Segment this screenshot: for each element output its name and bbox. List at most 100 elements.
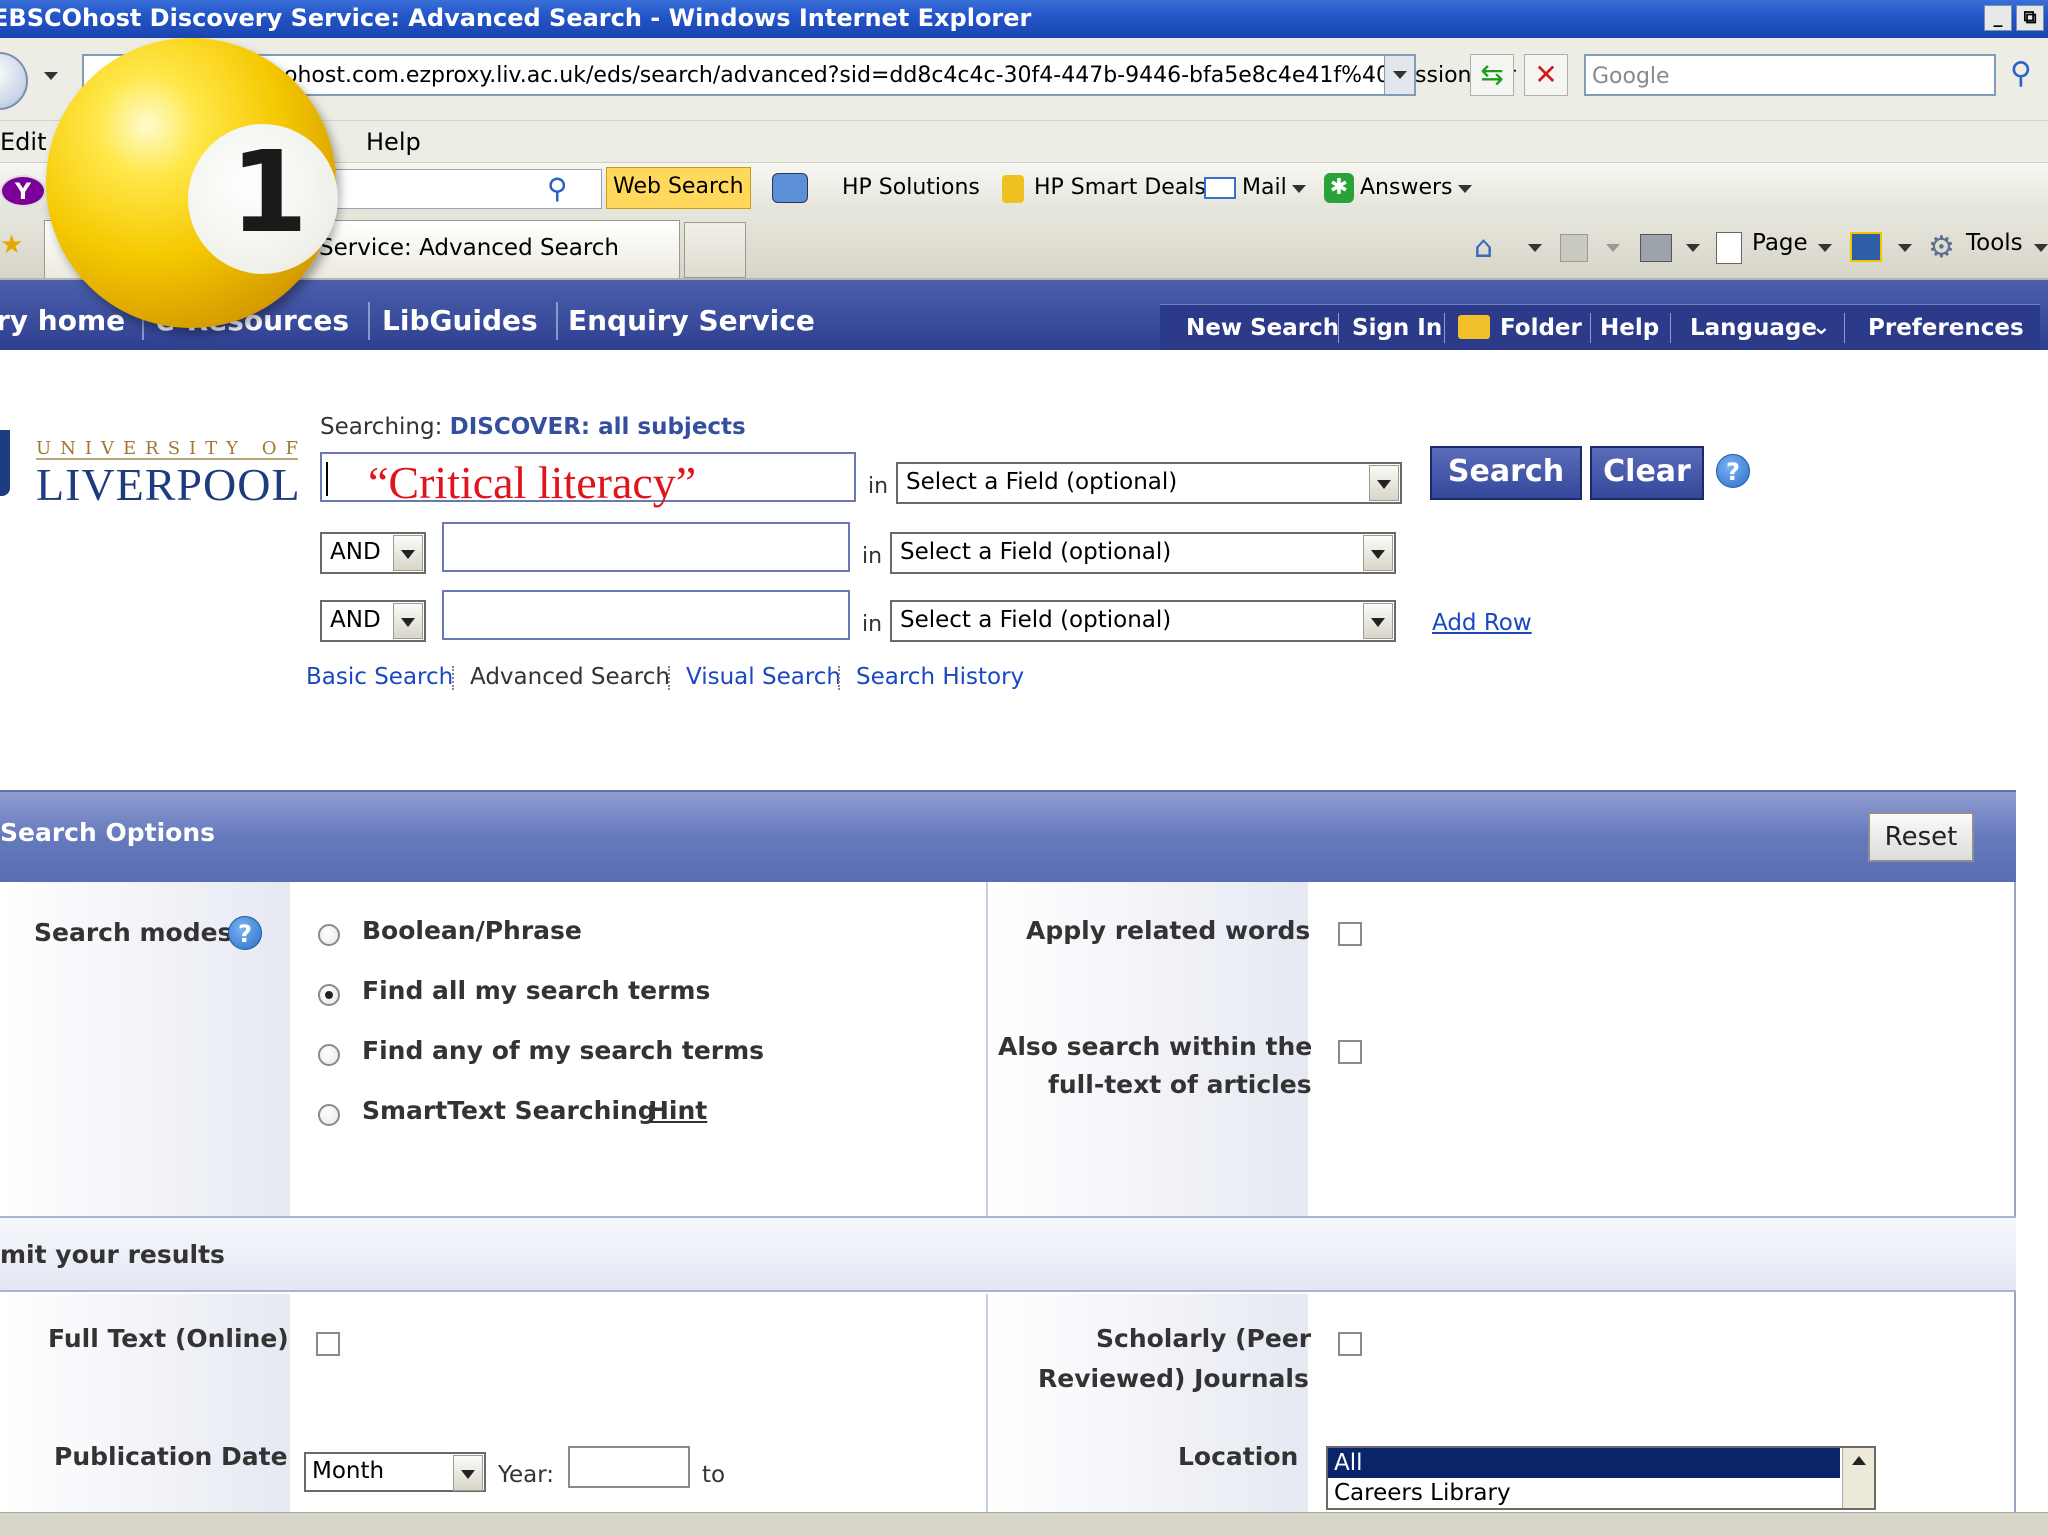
listbox-scrollbar[interactable] xyxy=(1842,1448,1874,1508)
restore-button[interactable]: ⧉ xyxy=(2016,5,2044,31)
month-select[interactable]: Month xyxy=(304,1452,486,1492)
language-menu[interactable]: Language xyxy=(1690,315,1817,341)
full-text-checkbox[interactable] xyxy=(316,1332,340,1356)
publication-date-label: Publication Date xyxy=(54,1442,288,1471)
help-icon[interactable]: ? xyxy=(1716,454,1750,488)
preferences-link[interactable]: Preferences xyxy=(1868,315,2024,341)
web-search-input[interactable]: Google xyxy=(1584,54,1996,96)
searching-database[interactable]: DISCOVER: all subjects xyxy=(450,414,746,440)
hint-link[interactable]: Hint xyxy=(648,1096,707,1125)
chevron-down-icon[interactable] xyxy=(453,1455,483,1491)
mail-dropdown-icon[interactable] xyxy=(1292,185,1306,193)
searching-label: Searching: DISCOVER: all subjects xyxy=(320,414,746,440)
chevron-down-icon: ⌄ xyxy=(1812,315,1831,340)
search-button[interactable]: Search xyxy=(1430,446,1582,500)
nav-libguides[interactable]: LibGuides xyxy=(382,304,538,337)
radio-boolean-phrase[interactable] xyxy=(318,924,340,946)
scholarly-checkbox[interactable] xyxy=(1338,1332,1362,1356)
sign-in-link[interactable]: Sign In xyxy=(1352,315,1442,341)
web-search-button[interactable]: Web Search xyxy=(606,167,751,209)
add-row-link[interactable]: Add Row xyxy=(1432,610,1532,636)
menu-help[interactable]: Help xyxy=(366,128,421,156)
page-dropdown-icon[interactable] xyxy=(1818,244,1832,252)
tab-label: Service: Advanced Search xyxy=(319,235,619,261)
search-history-link[interactable]: Search History xyxy=(856,664,1024,690)
tools-menu[interactable]: Tools xyxy=(1966,230,2023,256)
searching-prefix: Searching: xyxy=(320,414,443,440)
boolean-select-3[interactable]: AND xyxy=(320,600,426,642)
radio-find-any[interactable] xyxy=(318,1044,340,1066)
chevron-down-icon[interactable] xyxy=(393,535,423,571)
year-input[interactable] xyxy=(568,1446,690,1488)
home-icon[interactable]: ⌂ xyxy=(1474,230,1493,265)
hp-smart-deals-link[interactable]: HP Smart Deals xyxy=(1034,175,1206,200)
field-select-3[interactable]: Select a Field (optional) xyxy=(890,600,1396,642)
in-label: in xyxy=(862,612,883,637)
help-link[interactable]: Help xyxy=(1600,315,1659,341)
yahoo-logo-icon[interactable]: Y xyxy=(0,175,46,207)
help-icon[interactable]: ? xyxy=(228,916,262,950)
location-option-selected[interactable]: All xyxy=(1328,1448,1840,1478)
full-text-search-checkbox[interactable] xyxy=(1338,1040,1362,1064)
field-select-1[interactable]: Select a Field (optional) xyxy=(896,462,1402,504)
answers-menu[interactable]: Answers xyxy=(1360,175,1453,200)
new-search-link[interactable]: New Search xyxy=(1186,315,1339,341)
in-label: in xyxy=(862,544,883,569)
clear-button[interactable]: Clear xyxy=(1590,446,1704,500)
nav-library-home[interactable]: ry home xyxy=(0,304,125,337)
radio-smarttext[interactable] xyxy=(318,1104,340,1126)
reset-button[interactable]: Reset xyxy=(1868,812,1974,862)
apply-related-words-checkbox[interactable] xyxy=(1338,922,1362,946)
search-input-1[interactable]: “Critical literacy” xyxy=(320,452,856,508)
page-menu[interactable]: Page xyxy=(1752,230,1808,256)
mode-find-any: Find any of my search terms xyxy=(362,1036,765,1065)
safety-icon[interactable] xyxy=(1850,232,1882,262)
minimize-button[interactable]: _ xyxy=(1984,5,2012,31)
refresh-icon[interactable]: ⇆ xyxy=(1470,54,1514,96)
toolbar-divider xyxy=(1670,313,1671,343)
location-option[interactable]: Careers Library xyxy=(1334,1480,1511,1506)
numbered-ball-overlay: 1 xyxy=(46,38,338,328)
stop-icon[interactable]: ✕ xyxy=(1524,54,1568,96)
search-input-2[interactable] xyxy=(442,522,850,572)
link-divider xyxy=(838,666,840,690)
chevron-down-icon[interactable] xyxy=(1363,603,1393,639)
address-dropdown-icon[interactable] xyxy=(1384,56,1414,94)
nav-enquiry-service[interactable]: Enquiry Service xyxy=(568,304,815,337)
search-icon[interactable]: ⚲ xyxy=(2010,56,2032,91)
mail-menu[interactable]: Mail xyxy=(1242,175,1287,200)
tools-dropdown-icon[interactable] xyxy=(2034,244,2048,252)
visual-search-link[interactable]: Visual Search xyxy=(686,664,841,690)
location-listbox[interactable]: All Careers Library xyxy=(1326,1446,1876,1510)
chevron-down-icon[interactable] xyxy=(1363,535,1393,571)
full-text-label: Full Text (Online) xyxy=(48,1324,289,1353)
chevron-down-icon[interactable] xyxy=(393,603,423,639)
basic-search-link[interactable]: Basic Search xyxy=(306,664,453,690)
back-button[interactable] xyxy=(0,52,28,110)
search-icon[interactable]: ⚲ xyxy=(547,172,568,205)
history-dropdown-icon[interactable] xyxy=(44,72,58,80)
search-input-3[interactable] xyxy=(442,590,850,640)
search-modes-label: Search modes xyxy=(34,918,233,947)
print-dropdown-icon[interactable] xyxy=(1686,244,1700,252)
folder-link[interactable]: Folder xyxy=(1500,315,1582,341)
feeds-dropdown-icon[interactable] xyxy=(1606,244,1620,252)
chevron-down-icon[interactable] xyxy=(1369,465,1399,501)
hp-solutions-menu[interactable]: HP Solutions xyxy=(842,175,980,200)
print-icon[interactable] xyxy=(1640,234,1672,262)
radio-find-all[interactable] xyxy=(318,984,340,1006)
menu-edit[interactable]: Edit xyxy=(0,128,46,156)
feeds-icon[interactable] xyxy=(1560,234,1588,262)
answers-dropdown-icon[interactable] xyxy=(1458,185,1472,193)
search-query-text: “Critical literacy” xyxy=(368,457,697,508)
field-select-2[interactable]: Select a Field (optional) xyxy=(890,532,1396,574)
advanced-search-current: Advanced Search xyxy=(470,664,670,690)
boolean-select-2[interactable]: AND xyxy=(320,532,426,574)
to-label: to xyxy=(702,1462,726,1488)
safety-dropdown-icon[interactable] xyxy=(1898,244,1912,252)
search-options-panel: Search Options Reset Search modes ? Bool… xyxy=(0,790,2016,1536)
scroll-up-icon[interactable] xyxy=(1852,1456,1866,1465)
home-dropdown-icon[interactable] xyxy=(1528,244,1542,252)
favorites-star-icon[interactable]: ★ xyxy=(0,230,23,260)
new-tab-button[interactable] xyxy=(684,222,746,278)
